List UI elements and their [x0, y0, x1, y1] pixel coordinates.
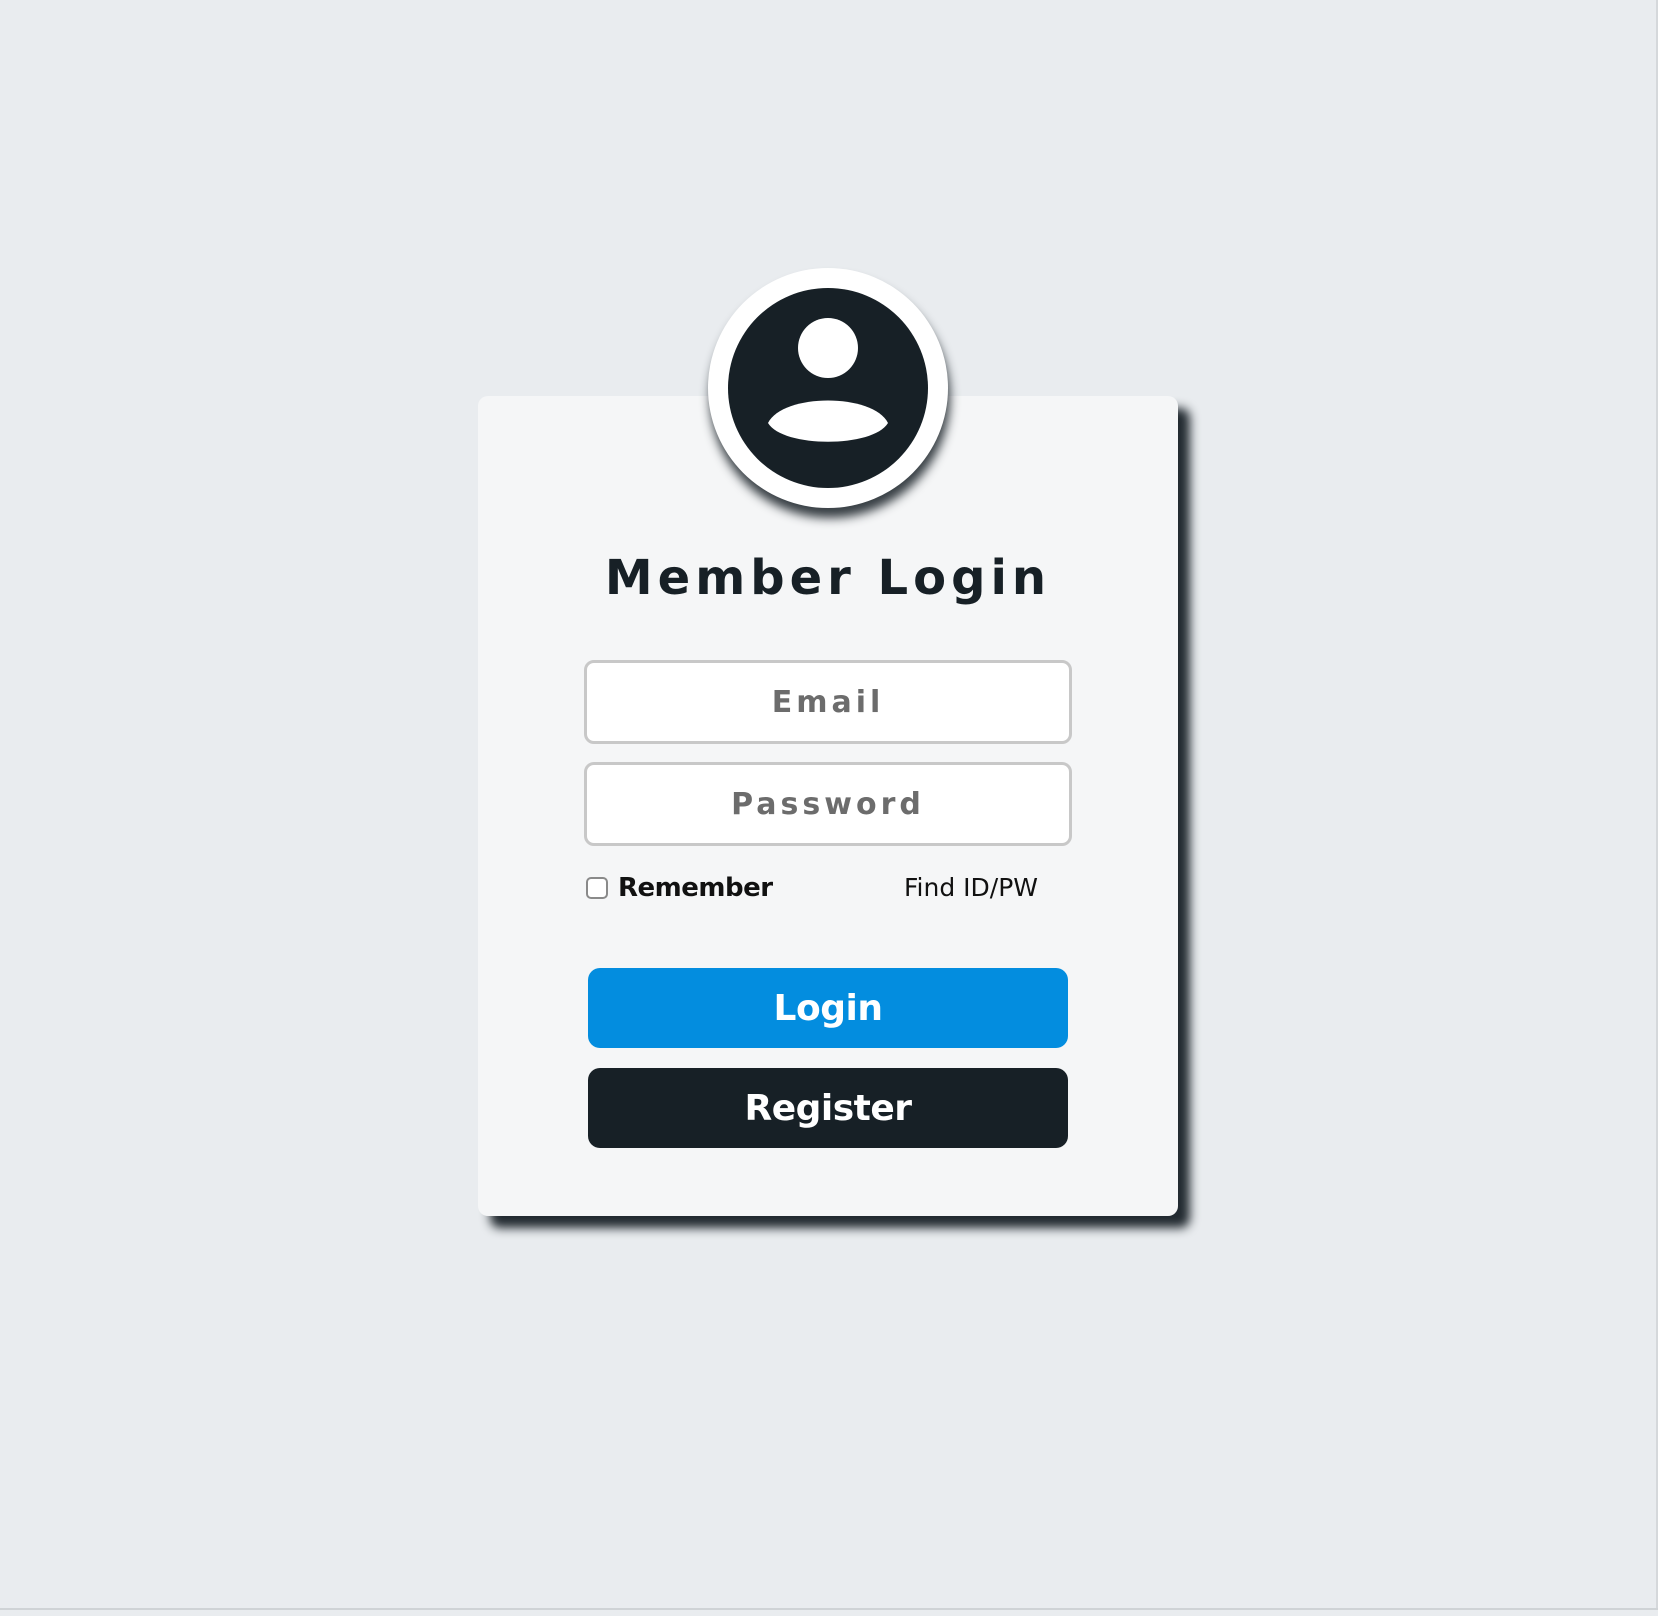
login-button[interactable]: Login — [588, 968, 1068, 1048]
password-field[interactable] — [584, 762, 1072, 846]
remember-checkbox-group[interactable]: Remember — [586, 868, 773, 908]
login-options: Remember Find ID/PW — [584, 868, 1072, 908]
email-field[interactable] — [584, 660, 1072, 744]
remember-label: Remember — [618, 873, 773, 903]
login-page: Member Login Remember Find ID/PW Login R… — [0, 0, 1658, 1616]
window-edge-bottom — [0, 1608, 1658, 1610]
user-circle-icon — [728, 288, 928, 488]
find-id-pw-link[interactable]: Find ID/PW — [904, 868, 1038, 908]
avatar — [708, 268, 948, 508]
register-button[interactable]: Register — [588, 1068, 1068, 1148]
remember-checkbox[interactable] — [586, 877, 608, 899]
page-title: Member Login — [604, 550, 1052, 606]
